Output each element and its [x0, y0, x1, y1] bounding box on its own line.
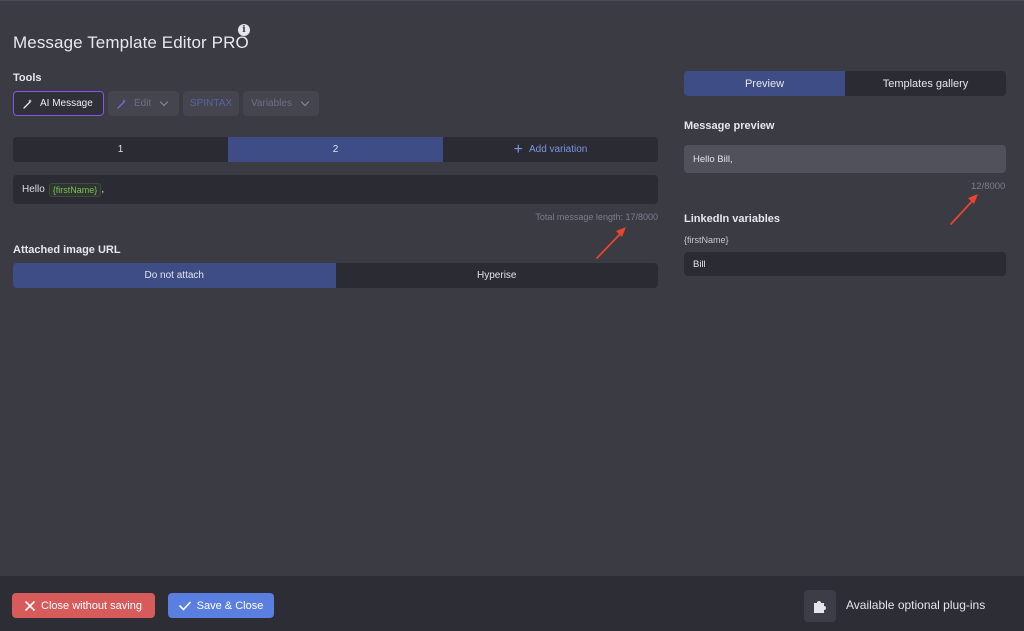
message-preview-label: Message preview [684, 120, 775, 132]
edit-label: Edit [134, 98, 152, 109]
info-icon[interactable]: i [238, 24, 250, 36]
spintax-button[interactable]: SPINTAX [183, 91, 239, 116]
chevron-down-icon [300, 97, 310, 107]
top-divider [0, 0, 1024, 1]
add-variation-button[interactable]: + Add variation [443, 137, 658, 162]
plus-icon: + [513, 140, 523, 158]
spintax-label: SPINTAX [189, 98, 233, 109]
attach-hyperise[interactable]: Hyperise [335, 263, 658, 288]
magic-edit-icon [117, 98, 126, 109]
variables-dropdown[interactable]: Variables [243, 91, 319, 116]
save-label: Save & Close [196, 599, 264, 612]
annotation-arrow-icon [596, 227, 626, 259]
ai-message-label: AI Message [40, 98, 93, 109]
puzzle-icon [814, 601, 826, 613]
annotation-arrow-icon [950, 194, 978, 225]
page-title: Message Template Editor PRO [13, 33, 249, 52]
tab-templates-gallery[interactable]: Templates gallery [845, 71, 1006, 96]
firstname-variable-input[interactable]: Bill [684, 252, 1006, 276]
close-label: Close without saving [41, 599, 142, 612]
attach-label: Attached image URL [13, 244, 121, 256]
ai-message-button[interactable]: AI Message [13, 91, 104, 116]
attach-options: Do not attach Hyperise [13, 263, 658, 288]
firstname-value: Bill [693, 258, 706, 270]
magic-wand-icon [23, 98, 32, 109]
message-preview-text: Hello Bill, [693, 153, 733, 165]
tools-label: Tools [13, 72, 42, 84]
plugins-button[interactable] [804, 590, 836, 622]
close-without-saving-button[interactable]: Close without saving [12, 593, 155, 618]
close-icon [25, 600, 35, 611]
edit-dropdown[interactable]: Edit [108, 91, 179, 116]
right-panel-tabs: Preview Templates gallery [684, 71, 1006, 96]
variable-name: {firstName} [684, 235, 729, 245]
variables-label: Variables [251, 98, 292, 109]
message-suffix: , [101, 184, 105, 195]
linkedin-variables-label: LinkedIn variables [684, 213, 780, 225]
message-prefix: Hello [22, 184, 45, 195]
plugins-label: Available optional plug-ins [846, 598, 986, 612]
save-and-close-button[interactable]: Save & Close [168, 593, 274, 618]
message-preview-box: Hello Bill, [684, 145, 1006, 173]
add-variation-label: Add variation [528, 144, 588, 155]
tab-variation-1[interactable]: 1 [13, 137, 228, 162]
chevron-down-icon [159, 97, 169, 107]
attach-do-not-attach[interactable]: Do not attach [13, 263, 336, 288]
tab-preview[interactable]: Preview [684, 71, 845, 96]
tab-variation-2[interactable]: 2 [228, 137, 443, 162]
check-icon [178, 601, 191, 610]
variation-tabs: 1 2 + Add variation [13, 137, 658, 162]
message-length: Total message length: 17/8000 [535, 212, 658, 222]
message-editor[interactable]: Hello {firstName} , [13, 175, 658, 204]
variable-chip[interactable]: {firstName} [48, 182, 102, 197]
